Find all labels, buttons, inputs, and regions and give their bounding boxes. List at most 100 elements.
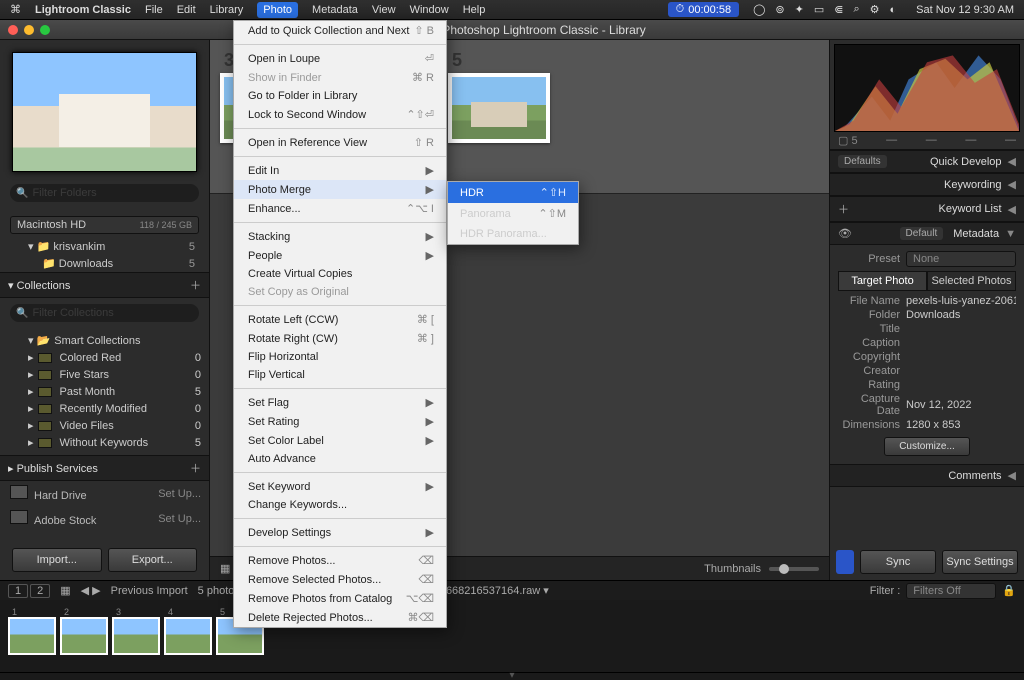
cloud-icon[interactable]: ◯: [753, 3, 765, 16]
preset-select[interactable]: None: [906, 251, 1016, 267]
folder-item[interactable]: ▾ 📁 krisvankim5: [6, 238, 203, 255]
menu-item[interactable]: Develop Settings▶: [234, 523, 446, 542]
submenu-item[interactable]: HDR Panorama...: [448, 224, 578, 244]
menu-item[interactable]: Go to Folder in Library: [234, 87, 446, 105]
folder-filter-input[interactable]: 🔍 Filter Folders: [10, 184, 199, 202]
app-name[interactable]: Lightroom Classic: [35, 4, 131, 16]
filter-lock-icon[interactable]: 🔒: [1002, 584, 1016, 597]
display-2[interactable]: 2: [30, 584, 50, 598]
smart-collection-item[interactable]: ▸ Colored Red0: [6, 349, 203, 366]
menu-item[interactable]: Flip Horizontal: [234, 348, 446, 366]
filmstrip-thumb[interactable]: 4: [164, 617, 212, 655]
menu-item[interactable]: Lock to Second Window⌃⇧⏎: [234, 105, 446, 124]
status-icon[interactable]: ✦: [795, 3, 804, 16]
drive-row[interactable]: Macintosh HD118 / 245 GB: [10, 216, 199, 234]
panel-toggle-bottom[interactable]: [0, 672, 1024, 680]
preview-image[interactable]: [12, 52, 197, 172]
menu-item[interactable]: Add to Quick Collection and Next⇧ B: [234, 21, 446, 40]
sync-switch[interactable]: [836, 550, 854, 574]
export-button[interactable]: Export...: [108, 548, 198, 572]
menu-library[interactable]: Library: [210, 4, 244, 16]
smart-collection-item[interactable]: ▸ Video Files0: [6, 417, 203, 434]
menu-edit[interactable]: Edit: [177, 4, 196, 16]
clock[interactable]: Sat Nov 12 9:30 AM: [916, 4, 1014, 16]
submenu-item[interactable]: Panorama⌃⇧M: [448, 203, 578, 224]
menu-item[interactable]: Enhance...⌃⌥ I: [234, 199, 446, 218]
menu-item[interactable]: Create Virtual Copies: [234, 265, 446, 283]
menu-metadata[interactable]: Metadata: [312, 4, 358, 16]
add-collection-icon[interactable]: ＋: [190, 277, 201, 293]
tab-target-photo[interactable]: Target Photo: [838, 271, 927, 291]
wifi-icon[interactable]: ⋐: [834, 3, 843, 16]
metadata-value[interactable]: Nov 12, 2022: [906, 399, 1016, 411]
smart-collection-item[interactable]: ▸ Recently Modified0: [6, 400, 203, 417]
search-icon[interactable]: ⌕: [853, 3, 859, 16]
siri-icon[interactable]: ◐: [890, 4, 897, 16]
display-1[interactable]: 1: [8, 584, 28, 598]
menu-item[interactable]: Stacking▶: [234, 227, 446, 246]
display-icon[interactable]: ▭: [814, 3, 824, 16]
import-button[interactable]: Import...: [12, 548, 102, 572]
menu-item[interactable]: Open in Reference View⇧ R: [234, 133, 446, 152]
thumbnail-size-slider[interactable]: [769, 567, 819, 571]
menu-item[interactable]: Open in Loupe⏎: [234, 49, 446, 68]
close-button[interactable]: [8, 25, 18, 35]
filmstrip-thumb[interactable]: 3: [112, 617, 160, 655]
menu-item[interactable]: Change Keywords...: [234, 496, 446, 514]
grid-cell[interactable]: 5: [448, 50, 550, 143]
menu-item[interactable]: Set Rating▶: [234, 412, 446, 431]
smart-collection-item[interactable]: ▸ Five Stars0: [6, 366, 203, 383]
minimize-button[interactable]: [24, 25, 34, 35]
grid-mode-icon[interactable]: ▦: [220, 562, 230, 575]
grid-icon[interactable]: ▦: [60, 584, 70, 597]
menu-item[interactable]: Remove Selected Photos...⌫: [234, 570, 446, 589]
maximize-button[interactable]: [40, 25, 50, 35]
menu-item[interactable]: Flip Vertical: [234, 366, 446, 384]
control-center-icon[interactable]: ⚙: [870, 3, 880, 16]
metadata-value[interactable]: 1280 x 853: [906, 419, 1016, 431]
smart-collection-item[interactable]: ▸ Without Keywords5: [6, 434, 203, 451]
menu-file[interactable]: File: [145, 4, 163, 16]
keywording-header[interactable]: Keywording◀: [830, 173, 1024, 196]
collections-header[interactable]: ▾ Collections＋: [0, 272, 209, 298]
menu-item[interactable]: Set Flag▶: [234, 393, 446, 412]
menu-item[interactable]: Remove Photos...⌫: [234, 551, 446, 570]
metadata-value[interactable]: Downloads: [906, 309, 1016, 321]
submenu-item[interactable]: HDR⌃⇧H: [448, 182, 578, 203]
quick-develop-header[interactable]: DefaultsQuick Develop◀: [830, 150, 1024, 173]
menu-window[interactable]: Window: [410, 4, 449, 16]
metadata-value[interactable]: pexels-luis-yanez-206172_16682165371: [906, 295, 1016, 307]
comments-header[interactable]: Comments◀: [830, 464, 1024, 487]
publish-service-item[interactable]: Hard DriveSet Up...: [0, 481, 209, 506]
menu-item[interactable]: Edit In▶: [234, 161, 446, 180]
menu-photo[interactable]: Photo: [257, 2, 298, 18]
folder-item[interactable]: 📁 Downloads5: [6, 255, 203, 272]
filmstrip-thumb[interactable]: 2: [60, 617, 108, 655]
smart-collections-head[interactable]: ▾ 📂 Smart Collections: [6, 332, 203, 349]
thumbnail-image[interactable]: [448, 73, 550, 143]
menu-item[interactable]: Delete Rejected Photos...⌘⌫: [234, 608, 446, 627]
menu-item[interactable]: Set Color Label▶: [234, 431, 446, 450]
menu-item[interactable]: Remove Photos from Catalog⌥⌫: [234, 589, 446, 608]
collection-filter-input[interactable]: 🔍 Filter Collections: [10, 304, 199, 322]
menu-view[interactable]: View: [372, 4, 396, 16]
menu-item[interactable]: Rotate Left (CCW)⌘ [: [234, 310, 446, 329]
menu-item[interactable]: Photo Merge▶: [234, 180, 446, 199]
smart-collection-item[interactable]: ▸ Past Month5: [6, 383, 203, 400]
metadata-header[interactable]: 👁DefaultMetadata▼: [830, 222, 1024, 245]
filmstrip-thumb[interactable]: 1: [8, 617, 56, 655]
publish-service-item[interactable]: Adobe StockSet Up...: [0, 506, 209, 531]
menu-item[interactable]: Auto Advance: [234, 450, 446, 468]
menu-item[interactable]: People▶: [234, 246, 446, 265]
add-publish-icon[interactable]: ＋: [190, 460, 201, 476]
histogram[interactable]: [834, 44, 1020, 132]
timer-badge[interactable]: ⏱ 00:00:58: [668, 2, 739, 17]
publish-header[interactable]: ▸ Publish Services＋: [0, 455, 209, 481]
menu-help[interactable]: Help: [463, 4, 486, 16]
tab-selected-photos[interactable]: Selected Photos: [927, 271, 1016, 291]
customize-button[interactable]: Customize...: [884, 437, 970, 456]
apple-icon[interactable]: ⌘: [10, 3, 21, 16]
sync-settings-button[interactable]: Sync Settings: [942, 550, 1018, 574]
sync-button[interactable]: Sync: [860, 550, 936, 574]
cc-icon[interactable]: ⊚: [775, 3, 784, 16]
